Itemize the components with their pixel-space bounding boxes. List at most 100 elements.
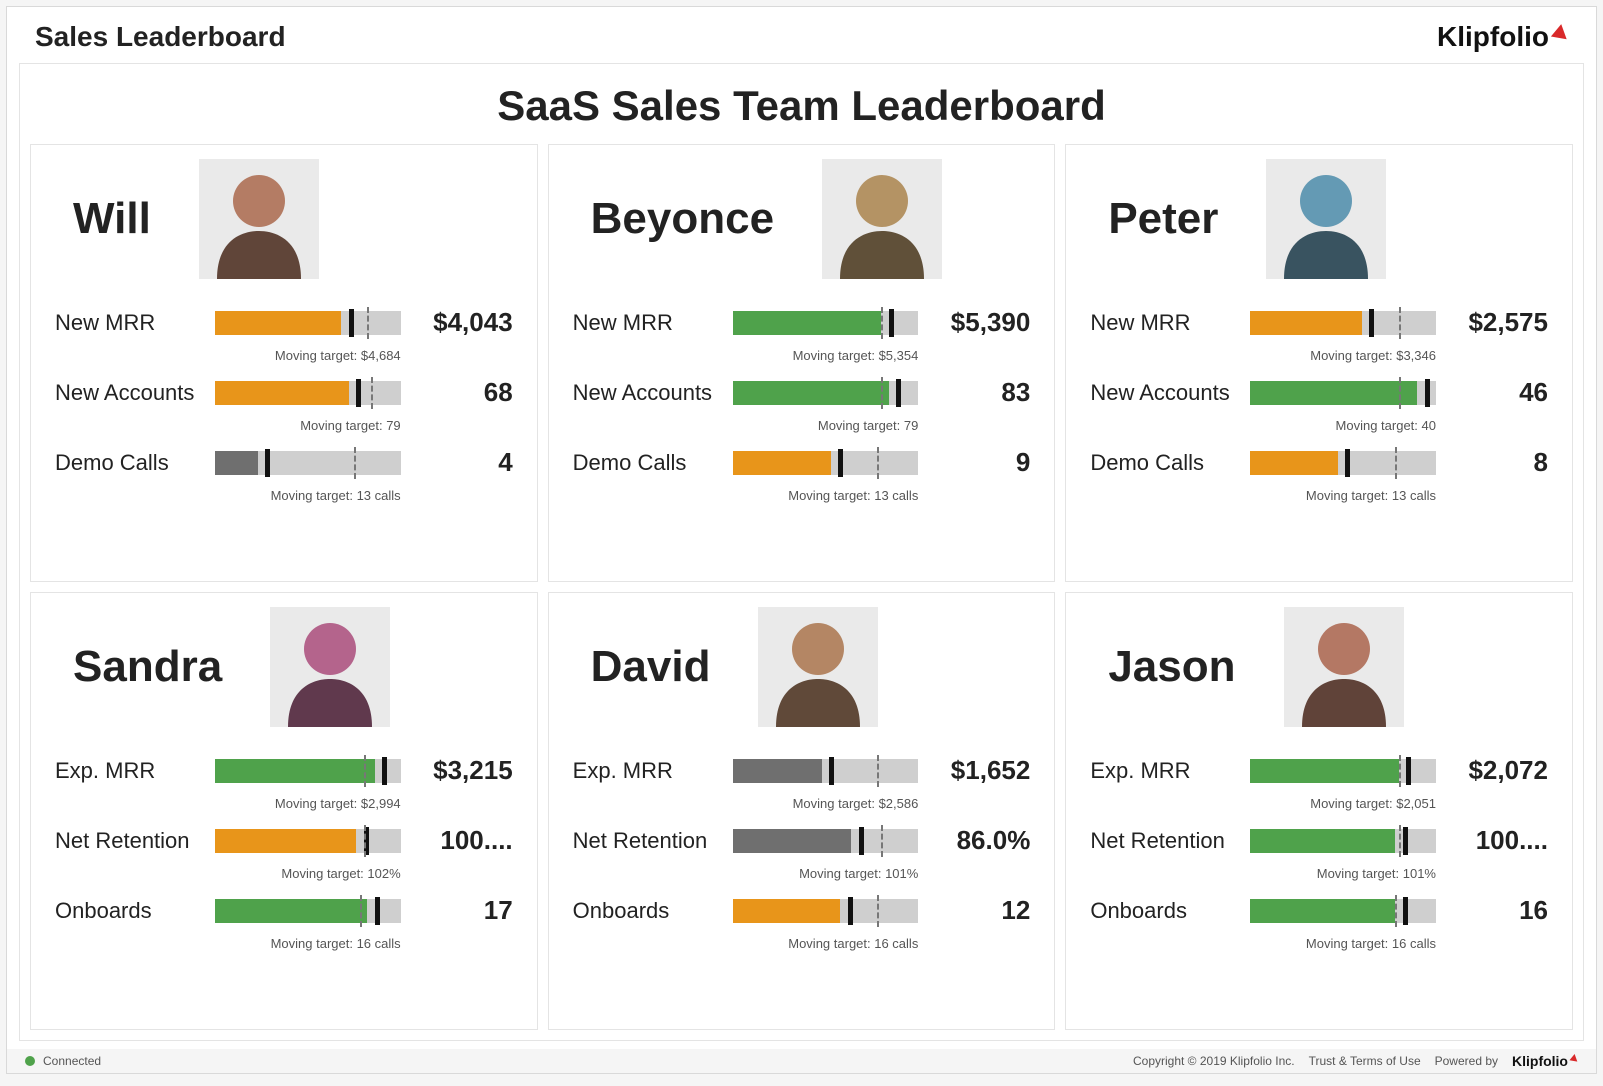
bullet-actual-marker: [265, 449, 270, 477]
moving-target-caption: Moving target: 102%: [55, 866, 401, 881]
bullet-track: [733, 829, 919, 853]
metric-value: 4: [415, 447, 513, 478]
bullet-track: [733, 381, 919, 405]
bullet-chart: [733, 451, 919, 475]
metric-value: 100....: [1450, 825, 1548, 856]
bullet-target-line: [881, 307, 883, 339]
brand-triangle-icon: [1551, 23, 1569, 40]
bullet-track: [1250, 829, 1436, 853]
metric-row: New Accounts83: [573, 377, 1031, 408]
bullet-chart: [215, 759, 401, 783]
metric-value: $3,215: [415, 755, 513, 786]
bullet-actual-marker: [1369, 309, 1374, 337]
bullet-actual-marker: [375, 897, 380, 925]
metric-value: $4,043: [415, 307, 513, 338]
footer-copyright: Copyright © 2019 Klipfolio Inc.: [1133, 1054, 1295, 1068]
bullet-target-line: [354, 447, 356, 479]
metric-label: Demo Calls: [1090, 450, 1250, 476]
metric-value: $2,072: [1450, 755, 1548, 786]
bullet-fill: [215, 381, 349, 405]
moving-target-caption: Moving target: 13 calls: [573, 488, 919, 503]
cell-header: Beyonce: [591, 159, 1031, 279]
bullet-actual-marker: [1345, 449, 1350, 477]
bullet-fill: [215, 451, 258, 475]
bullet-track: [215, 899, 401, 923]
avatar: [1284, 607, 1404, 727]
bullet-fill: [733, 759, 822, 783]
avatar: [199, 159, 319, 279]
metric-label: Exp. MRR: [1090, 758, 1250, 784]
person-name: David: [591, 642, 711, 692]
bullet-target-line: [1399, 825, 1401, 857]
bullet-actual-marker: [889, 309, 894, 337]
metric-label: New MRR: [55, 310, 215, 336]
metric-label: Net Retention: [1090, 828, 1250, 854]
bullet-track: [215, 829, 401, 853]
metric-value: 86.0%: [932, 825, 1030, 856]
bullet-actual-marker: [1406, 757, 1411, 785]
bullet-actual-marker: [829, 757, 834, 785]
moving-target-caption: Moving target: 16 calls: [573, 936, 919, 951]
moving-target-caption: Moving target: 13 calls: [55, 488, 401, 503]
bullet-fill: [1250, 899, 1395, 923]
metric-label: Net Retention: [573, 828, 733, 854]
bullet-fill: [1250, 829, 1395, 853]
metric-label: Onboards: [1090, 898, 1250, 924]
metric-value: 68: [415, 377, 513, 408]
bullet-actual-marker: [382, 757, 387, 785]
metric-label: New MRR: [1090, 310, 1250, 336]
footer-powered-prefix: Powered by: [1435, 1054, 1498, 1068]
leaderboard-grid: Will New MRR$4,043Moving target: $4,684N…: [20, 144, 1583, 1040]
metric-row: Exp. MRR $3,215: [55, 755, 513, 786]
bullet-target-line: [1395, 895, 1397, 927]
metric-label: Net Retention: [55, 828, 215, 854]
bullet-chart: [1250, 381, 1436, 405]
bullet-chart: [1250, 311, 1436, 335]
metric-row: Net Retention 86.0%: [573, 825, 1031, 856]
metric-value: 83: [932, 377, 1030, 408]
bullet-target-line: [881, 825, 883, 857]
metric-row: Demo Calls9: [573, 447, 1031, 478]
bullet-chart: [1250, 759, 1436, 783]
bullet-track: [733, 759, 919, 783]
bullet-target-line: [881, 377, 883, 409]
metric-label: Exp. MRR: [55, 758, 215, 784]
person-name: Beyonce: [591, 194, 774, 244]
bullet-actual-marker: [1403, 827, 1408, 855]
moving-target-caption: Moving target: 16 calls: [1090, 936, 1436, 951]
leaderboard-cell: Sandra Exp. MRR$3,215Moving target: $2,9…: [30, 592, 538, 1030]
person-name: Jason: [1108, 642, 1235, 692]
moving-target-caption: Moving target: 16 calls: [55, 936, 401, 951]
footer-terms-link[interactable]: Trust & Terms of Use: [1309, 1054, 1421, 1068]
metric-value: $2,575: [1450, 307, 1548, 338]
bullet-fill: [733, 829, 852, 853]
bullet-target-line: [367, 307, 369, 339]
cell-header: Peter: [1108, 159, 1548, 279]
bullet-track: [215, 311, 401, 335]
board-title: SaaS Sales Team Leaderboard: [20, 64, 1583, 144]
brand-logo[interactable]: Klipfolio: [1437, 21, 1568, 53]
moving-target-caption: Moving target: 79: [573, 418, 919, 433]
bullet-fill: [215, 829, 356, 853]
topbar: Sales Leaderboard Klipfolio: [7, 7, 1596, 63]
bullet-target-line: [877, 895, 879, 927]
bullet-target-line: [364, 825, 366, 857]
metric-value: 9: [932, 447, 1030, 478]
bullet-chart: [733, 829, 919, 853]
metric-row: Demo Calls4: [55, 447, 513, 478]
metric-value: 12: [932, 895, 1030, 926]
metric-value: 46: [1450, 377, 1548, 408]
person-name: Will: [73, 194, 151, 244]
cell-header: Jason: [1108, 607, 1548, 727]
bullet-track: [1250, 311, 1436, 335]
metric-row: New MRR $4,043: [55, 307, 513, 338]
avatar: [1266, 159, 1386, 279]
bullet-chart: [733, 381, 919, 405]
bullet-chart: [215, 311, 401, 335]
bullet-actual-marker: [896, 379, 901, 407]
bullet-fill: [1250, 759, 1399, 783]
metric-value: 100....: [415, 825, 513, 856]
metric-label: Exp. MRR: [573, 758, 733, 784]
footer-brand[interactable]: Klipfolio: [1512, 1053, 1578, 1069]
bullet-actual-marker: [1425, 379, 1430, 407]
